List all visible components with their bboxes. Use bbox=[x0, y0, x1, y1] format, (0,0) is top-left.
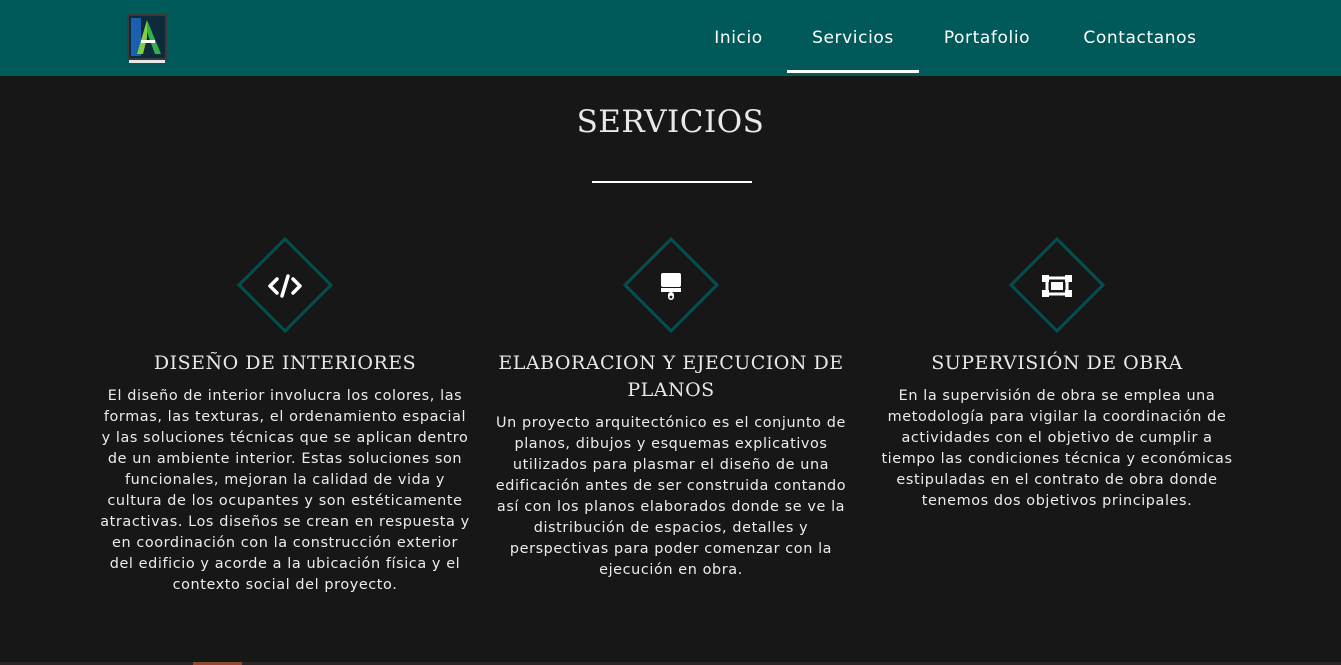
paint-brush-icon bbox=[651, 268, 691, 304]
title-divider bbox=[592, 181, 752, 183]
service-description: El diseño de interior involucra los colo… bbox=[100, 388, 470, 593]
service-title: ELABORACION Y EJECUCION DE PLANOS bbox=[498, 352, 844, 401]
service-description: Un proyecto arquitectónico es el conjunt… bbox=[495, 415, 847, 578]
service-title: DISEÑO DE INTERIORES bbox=[153, 352, 417, 374]
code-icon bbox=[265, 268, 305, 304]
nav-servicios[interactable]: Servicios bbox=[787, 0, 919, 76]
nav-inicio[interactable]: Inicio bbox=[690, 0, 787, 76]
nav-contactanos[interactable]: Contactanos bbox=[1055, 0, 1225, 76]
company-logo-icon[interactable] bbox=[127, 14, 167, 64]
service-description: En la supervisión de obra se emplea una … bbox=[881, 388, 1233, 509]
vector-square-icon bbox=[1037, 268, 1077, 304]
main-nav: Inicio Servicios Portafolio Contactanos bbox=[690, 0, 1225, 76]
service-title: SUPERVISIÓN DE OBRA bbox=[931, 352, 1183, 374]
nav-portafolio[interactable]: Portafolio bbox=[919, 0, 1055, 76]
navbar: Inicio Servicios Portafolio Contactanos bbox=[0, 0, 1341, 76]
page-title: SERVICIOS bbox=[576, 104, 765, 140]
